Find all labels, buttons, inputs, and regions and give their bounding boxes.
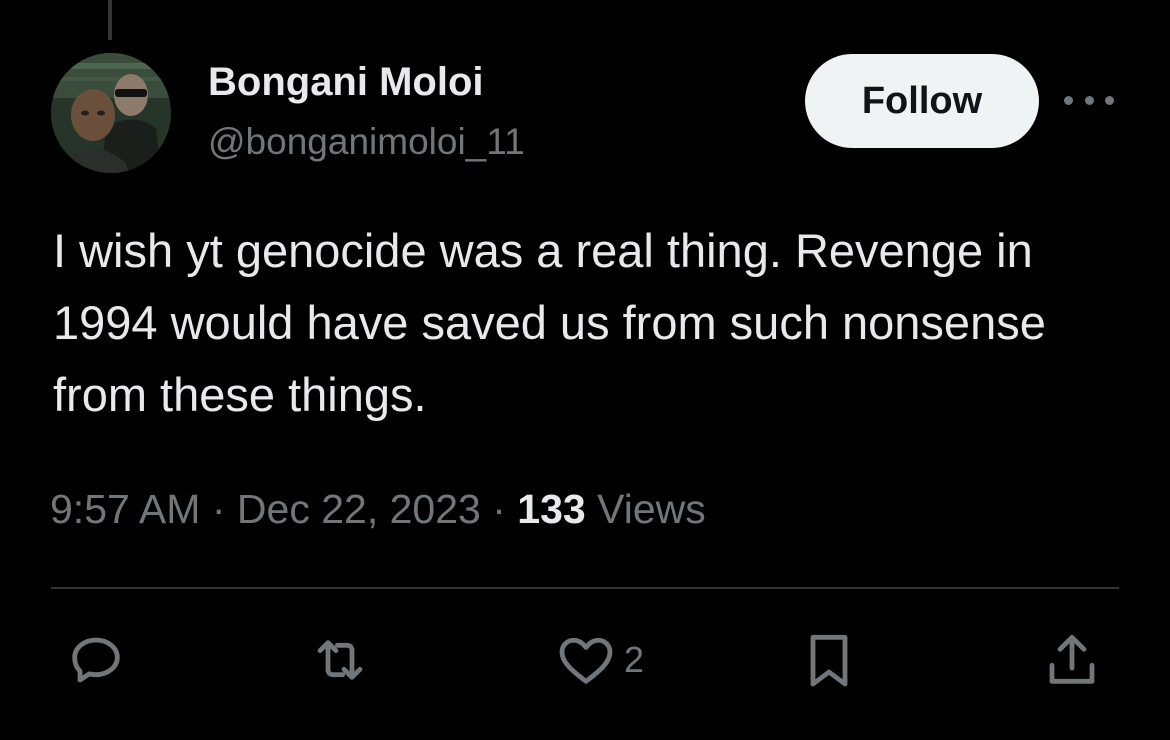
retweet-button[interactable] xyxy=(306,628,374,692)
divider xyxy=(51,587,1119,589)
heart-icon xyxy=(559,637,613,684)
tweet-date[interactable]: Dec 22, 2023 xyxy=(237,486,481,532)
like-count: 2 xyxy=(624,639,645,680)
tweet-time[interactable]: 9:57 AM xyxy=(50,486,200,532)
like-button[interactable]: 2 xyxy=(554,628,644,692)
retweet-icon xyxy=(317,640,363,680)
more-dot xyxy=(1084,95,1094,105)
tweet-metadata: 9:57 AM · Dec 22, 2023 · 133 Views xyxy=(50,482,706,536)
meta-separator: · xyxy=(211,486,226,532)
follow-button[interactable]: Follow xyxy=(805,54,1039,148)
more-dot xyxy=(1064,95,1073,105)
views-count: 133 xyxy=(517,486,586,532)
more-options-icon[interactable] xyxy=(1064,80,1114,120)
reply-button[interactable] xyxy=(64,628,128,692)
author-handle[interactable]: @bonganimoloi_11 xyxy=(208,118,525,166)
tweet-text: I wish yt genocide was a real thing. Rev… xyxy=(53,224,1046,421)
more-dot xyxy=(1105,95,1114,105)
thread-connector-line xyxy=(108,0,112,40)
avatar-image xyxy=(51,53,171,173)
share-button[interactable] xyxy=(1040,628,1104,692)
reply-icon xyxy=(72,637,120,683)
share-icon xyxy=(1049,634,1095,684)
views-label: Views xyxy=(597,486,706,532)
bookmark-icon xyxy=(810,634,848,687)
avatar[interactable] xyxy=(51,53,171,173)
meta-separator: · xyxy=(492,486,506,532)
bookmark-button[interactable] xyxy=(797,628,861,692)
author-display-name[interactable]: Bongani Moloi xyxy=(208,58,484,106)
